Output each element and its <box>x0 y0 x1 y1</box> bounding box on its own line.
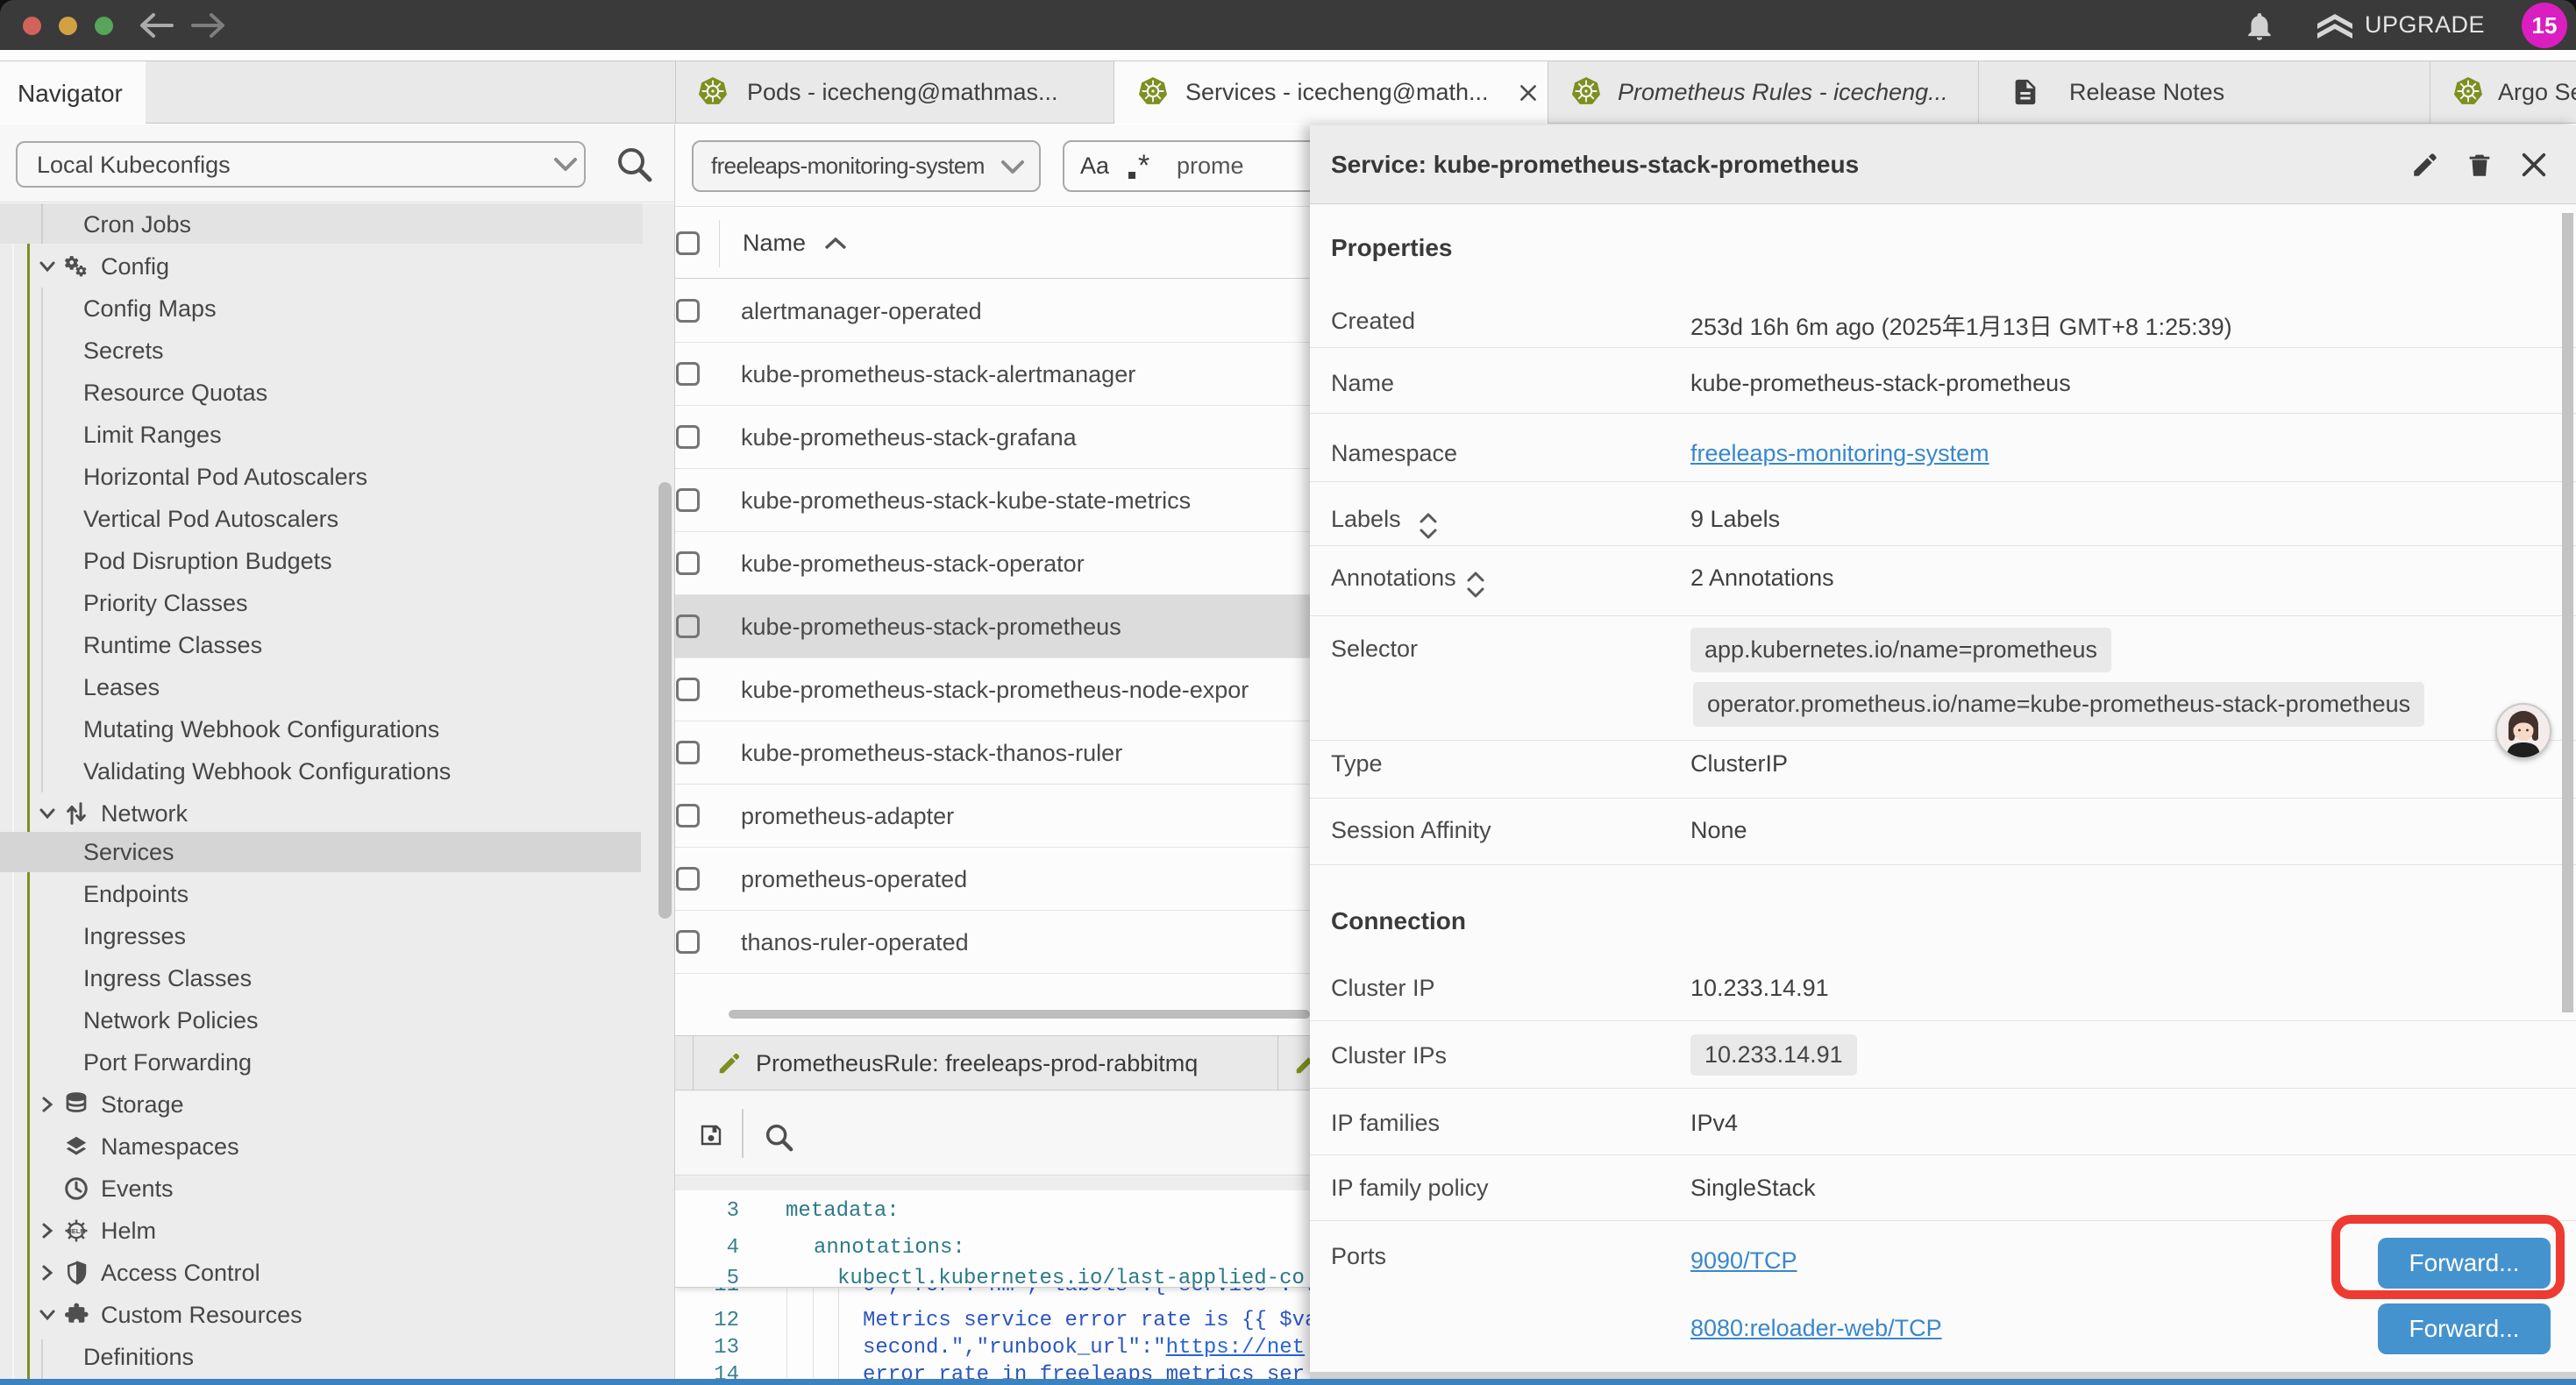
svg-text:HELM: HELM <box>67 1227 85 1235</box>
svg-text:*: * <box>1138 153 1149 182</box>
